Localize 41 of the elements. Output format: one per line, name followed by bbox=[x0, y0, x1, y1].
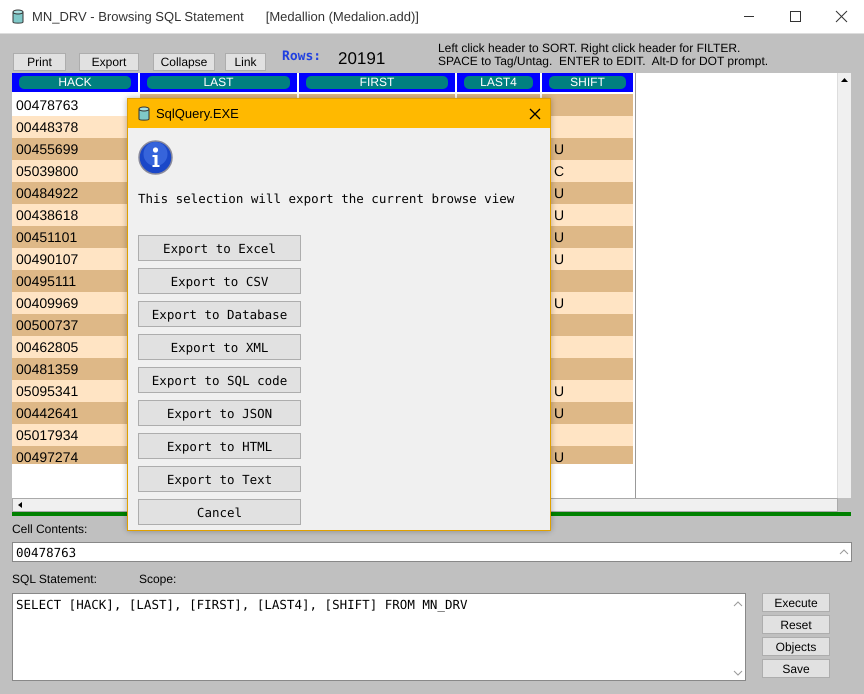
export-option-button[interactable]: Export to HTML bbox=[138, 433, 301, 459]
toolbar-button[interactable]: Print bbox=[13, 53, 66, 71]
window-title: MN_DRV - Browsing SQL Statement bbox=[32, 9, 244, 24]
export-option-button[interactable]: Export to SQL code bbox=[138, 367, 301, 393]
action-button[interactable]: Reset bbox=[762, 615, 830, 634]
export-option-button[interactable]: Export to Excel bbox=[138, 235, 301, 261]
export-option-button[interactable]: Export to JSON bbox=[138, 400, 301, 426]
column-header[interactable]: HACK bbox=[19, 76, 131, 89]
action-button[interactable]: Save bbox=[762, 659, 830, 678]
vertical-scrollbar[interactable] bbox=[837, 73, 851, 498]
column-header[interactable]: FIRST bbox=[306, 76, 448, 89]
column-header[interactable]: LAST bbox=[147, 76, 290, 89]
hint-text: SPACE to Tag/Untag. ENTER to EDIT. Alt-D for DOT prompt. bbox=[438, 55, 768, 68]
export-option-button[interactable]: Export to Text bbox=[138, 466, 301, 492]
action-button[interactable]: Objects bbox=[762, 637, 830, 656]
rows-count: 20191 bbox=[338, 49, 386, 69]
export-option-button[interactable]: Export to CSV bbox=[138, 268, 301, 294]
hint-text: Left click header to SORT. Right click header for FILTER. bbox=[438, 42, 742, 55]
export-option-button[interactable]: Export to Database bbox=[138, 301, 301, 327]
dialog-title: SqlQuery.EXE bbox=[156, 106, 240, 121]
window-subtitle: [Medallion (Medalion.add)] bbox=[266, 9, 419, 24]
scope-label: Scope: bbox=[139, 572, 176, 586]
column-header[interactable]: LAST4 bbox=[464, 76, 533, 89]
sql-statement-label: SQL Statement: bbox=[12, 572, 98, 586]
rows-label: Rows: bbox=[282, 49, 322, 64]
database-icon bbox=[12, 8, 24, 24]
export-option-button[interactable]: Cancel bbox=[138, 499, 301, 525]
dialog-message: This selection will export the current browse view bbox=[138, 191, 516, 206]
column-header[interactable]: SHIFT bbox=[549, 76, 626, 89]
sql-editor[interactable]: SELECT [HACK], [LAST], [FIRST], [LAST4], [SHIFT] FROM MN_DRV bbox=[12, 593, 746, 681]
toolbar-button[interactable]: Link bbox=[225, 53, 266, 71]
database-icon bbox=[138, 106, 150, 122]
cell-contents-field[interactable]: 00478763 bbox=[12, 542, 852, 562]
info-icon bbox=[138, 140, 173, 175]
action-button[interactable]: Execute bbox=[762, 593, 830, 612]
export-option-button[interactable]: Export to XML bbox=[138, 334, 301, 360]
toolbar-button[interactable]: Export bbox=[79, 53, 139, 71]
cell-contents-label: Cell Contents: bbox=[12, 522, 88, 536]
close-icon[interactable] bbox=[528, 106, 542, 120]
toolbar-button[interactable]: Collapse bbox=[153, 53, 215, 71]
table-cell: 00478763 bbox=[12, 94, 140, 116]
